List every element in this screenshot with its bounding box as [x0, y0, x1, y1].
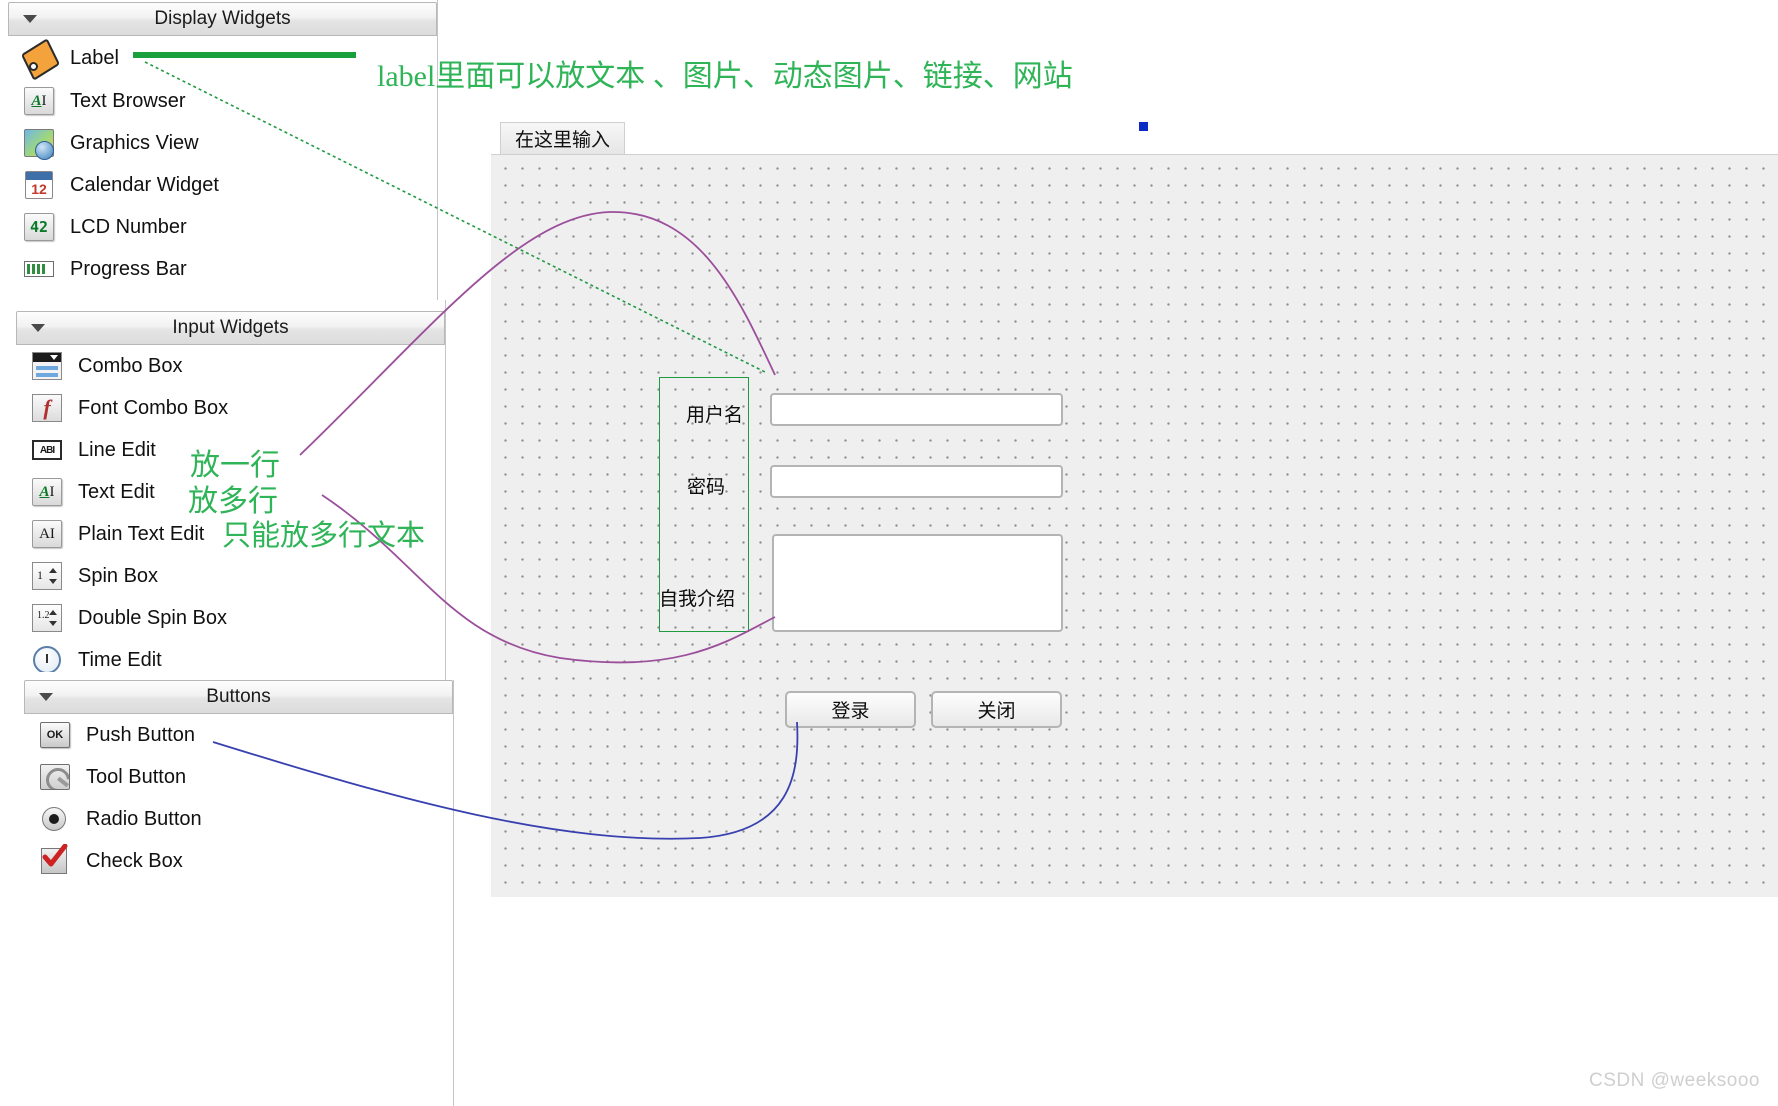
annotation-label-capabilities: label里面可以放文本 、图片、动态图片、链接、网站 [377, 60, 1073, 93]
widget-item-label-text: Push Button [86, 723, 195, 746]
widget-item-radio-button[interactable]: Radio Button [24, 798, 453, 840]
label-tag-icon [20, 38, 61, 81]
widget-item-label-text: Font Combo Box [78, 396, 229, 419]
widget-item-label-text: Text Browser [70, 89, 186, 112]
widget-item-lcd-number[interactable]: 42 LCD Number [8, 206, 437, 248]
text-edit-icon: AI [30, 477, 64, 507]
screenshot-root: Display Widgets Label AI Text Browser Gr… [0, 0, 1778, 1106]
watermark: CSDN @weeksooo [1589, 1070, 1760, 1091]
widget-item-text-browser[interactable]: AI Text Browser [8, 80, 437, 122]
widget-item-calendar-widget[interactable]: 12 Calendar Widget [8, 164, 437, 206]
widget-item-graphics-view[interactable]: Graphics View [8, 122, 437, 164]
calendar-icon-number: 12 [31, 181, 47, 197]
chevron-down-icon [23, 15, 37, 23]
group-title: Display Widgets [154, 8, 291, 29]
double-spin-box-icon-value: 1.2 [37, 610, 50, 621]
widget-item-tool-button[interactable]: Tool Button [24, 756, 453, 798]
widget-item-label-text: Text Edit [78, 480, 155, 503]
widget-item-label-text: Double Spin Box [78, 606, 227, 629]
font-combo-box-icon: f [30, 393, 64, 423]
calendar-icon: 12 [22, 170, 56, 200]
text-browser-icon: AI [22, 86, 56, 116]
password-input[interactable] [770, 465, 1063, 498]
tool-button-icon [38, 762, 72, 792]
line-edit-icon: ABI [30, 435, 64, 465]
annotation-plain-text-edit: 只能放多行文本 [222, 520, 426, 552]
selection-handle-top[interactable] [1139, 122, 1148, 131]
widget-item-label-text: Label [70, 46, 119, 69]
group-header-buttons[interactable]: Buttons [24, 680, 453, 714]
widget-item-label[interactable]: Label [8, 36, 437, 81]
widget-item-double-spin-box[interactable]: 1.2 Double Spin Box [16, 597, 445, 639]
widget-item-label-text: Plain Text Edit [78, 522, 205, 545]
spin-box-icon-value: 1 [37, 568, 43, 582]
form-label-self-intro: 自我介绍 [659, 589, 736, 610]
widget-item-label-text: Check Box [86, 849, 183, 872]
panel-divider [453, 680, 454, 1106]
group-title: Input Widgets [172, 317, 289, 338]
tab-label: 在这里输入 [515, 130, 611, 151]
form-label-username: 用户名 [686, 405, 744, 426]
check-mark-icon [42, 844, 68, 867]
group-title: Buttons [206, 686, 271, 707]
graphics-view-icon [22, 128, 56, 160]
group-header-display-widgets[interactable]: Display Widgets [8, 2, 437, 36]
lcd-number-icon: 42 [22, 212, 56, 242]
chevron-down-icon [31, 324, 45, 332]
widget-item-label-text: LCD Number [70, 215, 187, 238]
time-edit-icon [30, 645, 64, 675]
self-intro-input[interactable] [772, 534, 1063, 632]
check-box-icon [38, 844, 72, 876]
push-button-icon-text: OK [40, 722, 70, 748]
widget-list-buttons: OK Push Button Tool Button Radio Button [24, 714, 453, 882]
widget-item-combo-box[interactable]: Combo Box [16, 345, 445, 387]
widget-item-check-box[interactable]: Check Box [24, 840, 453, 882]
close-button[interactable]: 关闭 [931, 691, 1062, 728]
chevron-down-icon [39, 693, 53, 701]
login-button-label: 登录 [831, 701, 870, 722]
panel-divider [437, 0, 438, 300]
widget-item-label-text: Line Edit [78, 438, 156, 461]
form-designer: 在这里输入 用户名 密码 自我介绍 登录 关闭 [491, 122, 1778, 897]
design-canvas[interactable]: 用户名 密码 自我介绍 登录 关闭 [491, 155, 1778, 897]
widget-list-display-widgets: Label AI Text Browser Graphics View 12 C… [8, 36, 437, 290]
widget-item-label-text: Graphics View [70, 131, 199, 154]
widget-item-label-text: Radio Button [86, 807, 202, 830]
panel-divider [445, 300, 446, 680]
login-button[interactable]: 登录 [785, 691, 916, 728]
designer-tabbar: 在这里输入 [491, 122, 1778, 155]
widget-item-label-text: Progress Bar [70, 257, 187, 280]
line-edit-icon-text: ABI [32, 440, 62, 460]
widget-item-spin-box[interactable]: 1 Spin Box [16, 555, 445, 597]
form-label-password: 密码 [687, 477, 726, 498]
plain-text-edit-icon-text: AI [39, 525, 55, 542]
double-spin-box-icon: 1.2 [30, 603, 64, 633]
push-button-icon: OK [38, 720, 72, 750]
radio-button-icon [38, 804, 72, 834]
widget-item-label-text: Time Edit [78, 648, 162, 671]
widget-item-font-combo-box[interactable]: f Font Combo Box [16, 387, 445, 429]
widget-item-label-text: Combo Box [78, 354, 183, 377]
username-input[interactable] [770, 393, 1063, 426]
widget-item-progress-bar[interactable]: Progress Bar [8, 248, 437, 290]
combo-box-icon [30, 351, 64, 381]
plain-text-edit-icon: AI [30, 519, 64, 549]
spin-box-icon: 1 [30, 561, 64, 591]
widget-item-label-text: Spin Box [78, 564, 159, 587]
close-button-label: 关闭 [977, 701, 1016, 722]
lcd-icon-number: 42 [29, 218, 49, 236]
group-header-input-widgets[interactable]: Input Widgets [16, 311, 445, 345]
widget-item-label-text: Calendar Widget [70, 173, 219, 196]
widget-item-push-button[interactable]: OK Push Button [24, 714, 453, 756]
tab-input-here[interactable]: 在这里输入 [500, 122, 626, 154]
widget-item-label-text: Tool Button [86, 765, 187, 788]
progress-bar-icon [22, 254, 56, 284]
